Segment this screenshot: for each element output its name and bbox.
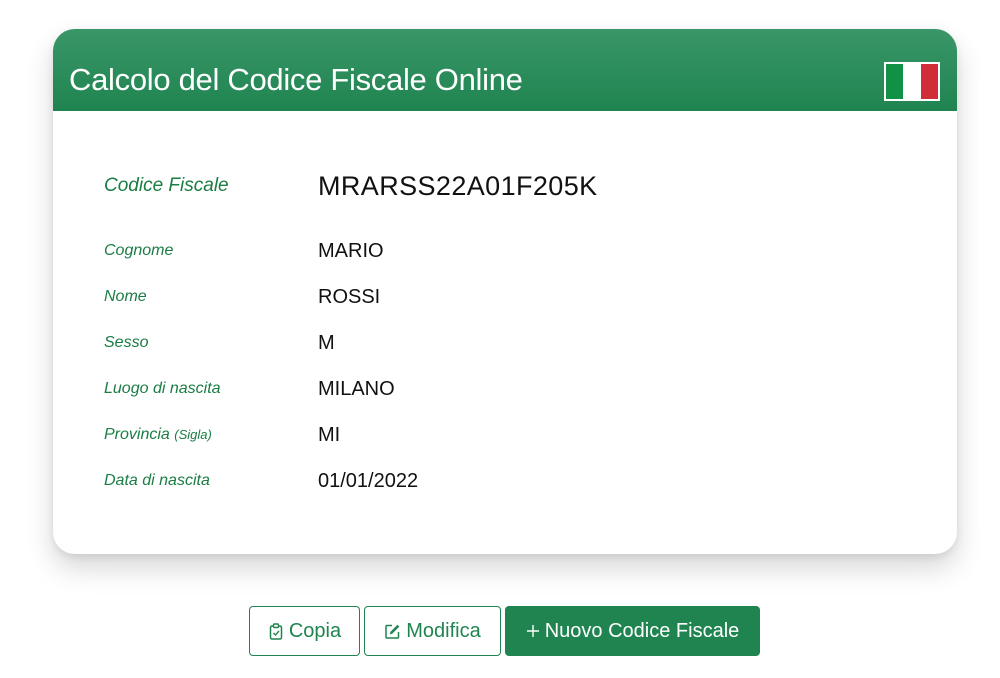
italy-flag-icon <box>884 62 940 101</box>
clipboard-icon <box>269 622 283 640</box>
provincia-value: MI <box>318 424 341 446</box>
provincia-label-text: Provincia <box>104 426 170 443</box>
luogo-nascita-row: Luogo di nascita MILANO <box>104 374 924 404</box>
flag-stripe-red <box>920 64 938 99</box>
new-codice-fiscale-button[interactable]: Nuovo Codice Fiscale <box>505 606 760 656</box>
provincia-row: Provincia (Sigla) MI <box>104 420 924 450</box>
data-nascita-value: 01/01/2022 <box>318 470 419 492</box>
codice-fiscale-label: Codice Fiscale <box>104 175 229 196</box>
codice-fiscale-row: Codice Fiscale MRARSS22A01F205K <box>104 171 924 201</box>
sesso-label: Sesso <box>104 334 149 351</box>
edit-icon <box>385 624 400 639</box>
nome-value: ROSSI <box>318 286 381 308</box>
data-nascita-label: Data di nascita <box>104 472 210 489</box>
page-title: Calcolo del Codice Fiscale Online <box>69 62 523 97</box>
cognome-value: MARIO <box>318 240 384 262</box>
flag-stripe-green <box>886 64 904 99</box>
cognome-row: Cognome MARIO <box>104 236 924 266</box>
edit-button[interactable]: Modifica <box>364 606 501 656</box>
cognome-label: Cognome <box>104 242 174 259</box>
provincia-label-note: (Sigla) <box>174 427 212 442</box>
edit-button-label: Modifica <box>406 619 481 642</box>
sesso-value: M <box>318 332 335 354</box>
luogo-nascita-value: MILANO <box>318 378 395 400</box>
plus-icon <box>526 625 539 637</box>
copy-button-label: Copia <box>288 619 342 642</box>
sesso-row: Sesso M <box>104 328 924 358</box>
result-card: Calcolo del Codice Fiscale Online Codice… <box>53 29 957 554</box>
copy-button[interactable]: Copia <box>249 606 360 656</box>
data-nascita-row: Data di nascita 01/01/2022 <box>104 466 924 496</box>
codice-fiscale-value: MRARSS22A01F205K <box>318 171 598 201</box>
action-bar: Copia Modifica Nuovo Codice Fiscale <box>249 606 760 656</box>
new-button-label: Nuovo Codice Fiscale <box>544 619 740 642</box>
card-header: Calcolo del Codice Fiscale Online <box>53 29 957 111</box>
nome-row: Nome ROSSI <box>104 282 924 312</box>
provincia-label: Provincia (Sigla) <box>104 420 212 450</box>
flag-stripe-white <box>903 64 921 99</box>
nome-label: Nome <box>104 288 147 305</box>
luogo-nascita-label: Luogo di nascita <box>104 380 221 397</box>
